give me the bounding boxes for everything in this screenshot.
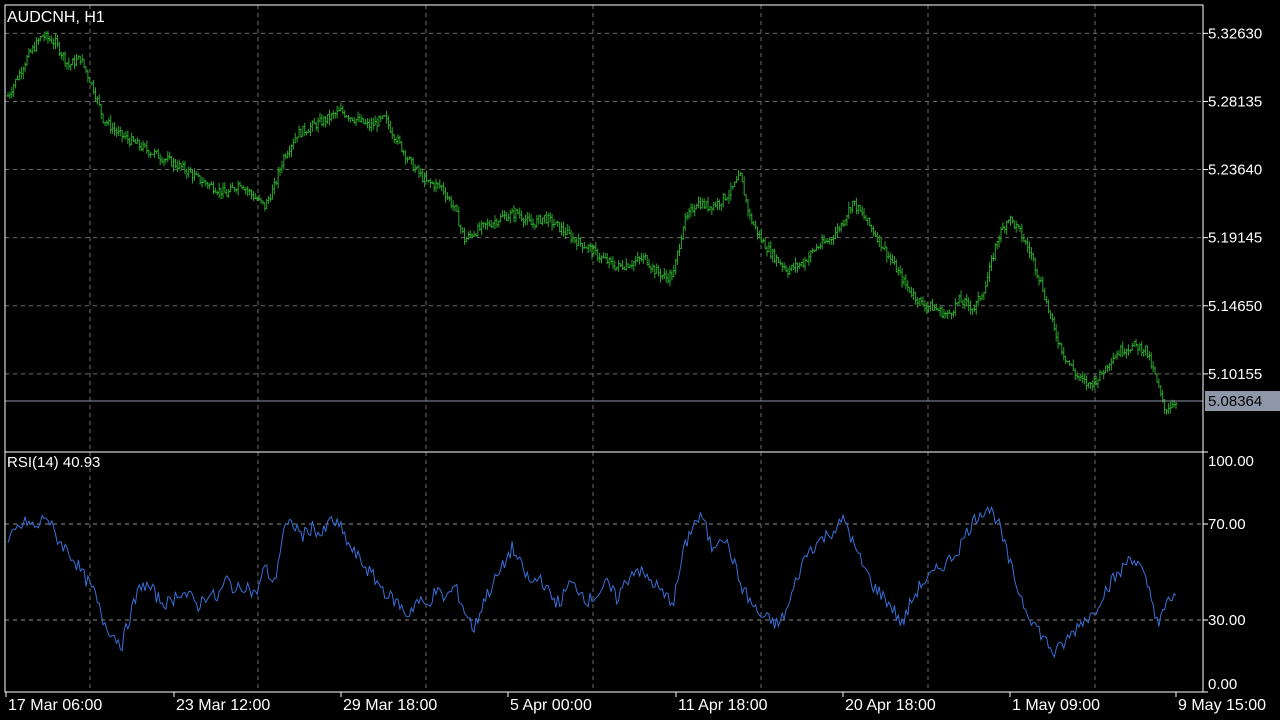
rsi-label: RSI(14) 40.93 <box>7 454 100 471</box>
x-tick-label: 5 Apr 00:00 <box>510 697 592 714</box>
rsi-y-tick-label: 0.00 <box>1208 676 1237 693</box>
x-tick-label: 1 May 09:00 <box>1012 697 1100 714</box>
x-tick-label: 29 Mar 18:00 <box>343 697 437 714</box>
y-tick-label: 5.23640 <box>1208 162 1262 179</box>
symbol-label: AUDCNH, H1 <box>7 9 105 26</box>
current-price-value: 5.08364 <box>1208 393 1262 410</box>
x-tick-label: 23 Mar 12:00 <box>176 697 270 714</box>
chart-background <box>0 0 1280 720</box>
x-tick-label: 17 Mar 06:00 <box>8 697 102 714</box>
rsi-y-tick-label: 70.00 <box>1208 516 1246 533</box>
x-tick-label: 11 Apr 18:00 <box>678 697 768 714</box>
y-tick-label: 5.19145 <box>1208 230 1262 247</box>
y-tick-label: 5.10155 <box>1208 366 1262 383</box>
y-tick-label: 5.14650 <box>1208 298 1262 315</box>
x-tick-label: 9 May 15:00 <box>1178 697 1266 714</box>
rsi-y-tick-label: 30.00 <box>1208 612 1246 629</box>
y-tick-label: 5.28135 <box>1208 93 1262 110</box>
rsi-y-tick-label: 100.00 <box>1208 453 1254 470</box>
x-tick-label: 20 Apr 18:00 <box>845 697 936 714</box>
chart-root: 5.32630 5.28135 5.23640 5.19145 5.14650 5.101… <box>0 0 1280 720</box>
y-tick-label: 5.32630 <box>1208 25 1262 42</box>
